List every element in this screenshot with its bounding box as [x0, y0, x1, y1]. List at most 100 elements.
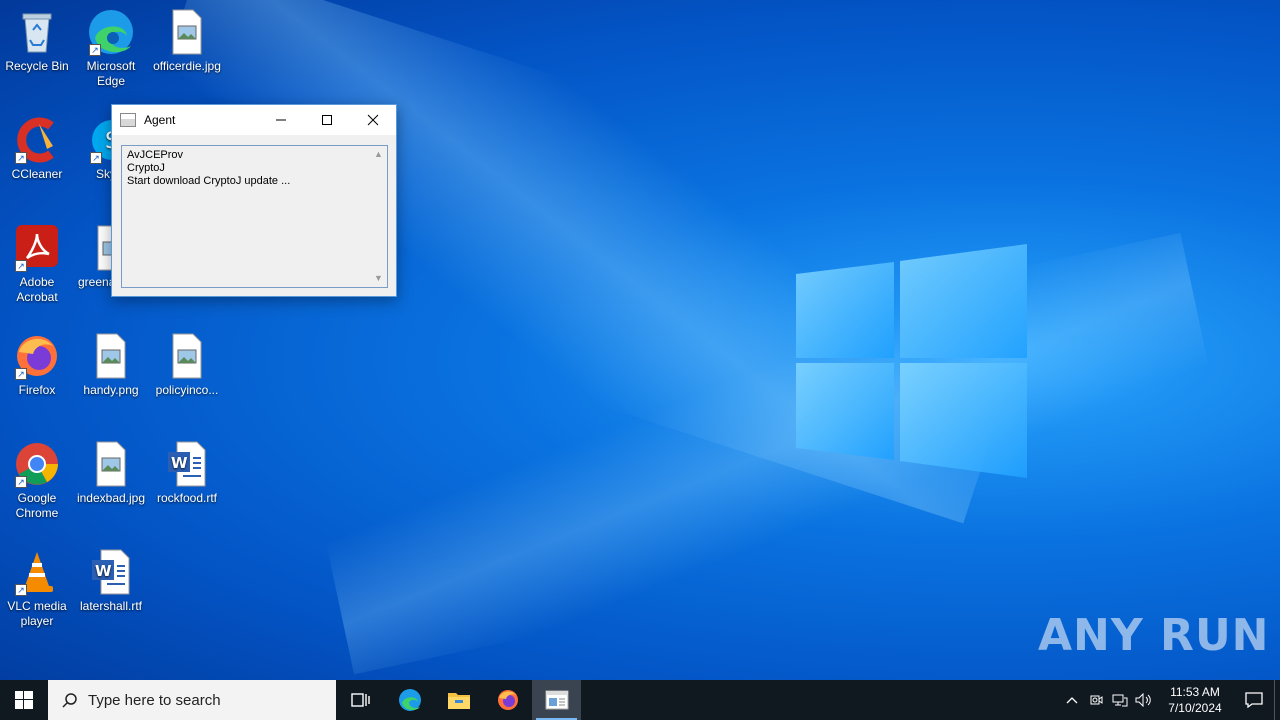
image-file-icon	[87, 440, 135, 488]
taskbar-firefox[interactable]	[483, 680, 532, 720]
desktop-icon-label: VLC media player	[7, 599, 67, 628]
log-line: Start download CryptoJ update ...	[127, 175, 291, 187]
taskbar-edge[interactable]	[385, 680, 434, 720]
clock-time: 11:53 AM	[1170, 685, 1220, 699]
desktop-icon-firefox[interactable]: ↗ Firefox	[0, 332, 74, 398]
wallpaper-beam	[300, 232, 1235, 675]
desktop-icon-skype[interactable]: S ↗ Sky	[74, 116, 114, 182]
desktop-icon-label: Recycle Bin	[5, 59, 69, 73]
desktop-icon-ccleaner[interactable]: ↗ CCleaner	[0, 116, 74, 182]
volume-icon[interactable]	[1132, 680, 1156, 720]
desktop-icon-rockfood-rtf[interactable]: W rockfood.rtf	[150, 440, 224, 506]
desktop-icon-indexbad-jpg[interactable]: indexbad.jpg	[74, 440, 148, 506]
desktop-icon-label: latershall.rtf	[79, 599, 143, 613]
desktop-icon-adobe-acrobat[interactable]: ↗ Adobe Acrobat	[0, 224, 74, 305]
task-view-icon	[350, 693, 370, 707]
recycle-bin-icon	[13, 8, 61, 56]
action-center-button[interactable]	[1234, 680, 1274, 720]
start-button[interactable]	[0, 680, 48, 720]
search-icon	[62, 693, 77, 708]
desktop-icon-label: officerdie.jpg	[153, 59, 221, 73]
minimize-button[interactable]	[258, 105, 304, 135]
agent-window[interactable]: Agent AvJCEProv CryptoJ Start download C…	[111, 104, 397, 297]
minimize-icon	[276, 119, 286, 121]
edge-icon: ↗	[87, 8, 135, 56]
desktop-icon-label: Google Chrome	[15, 491, 59, 520]
desktop-icon-policyinco[interactable]: policyinco...	[150, 332, 224, 398]
image-file-icon	[163, 8, 211, 56]
shortcut-arrow-icon: ↗	[15, 260, 27, 272]
log-line: AvJCEProv	[127, 149, 184, 161]
word-document-icon: W	[87, 548, 135, 596]
folder-icon	[447, 693, 470, 709]
desktop-icon-label: indexbad.jpg	[76, 491, 146, 505]
windows-start-icon	[15, 691, 33, 709]
taskbar: Type here to search 11:53 AM 7/10/2024	[0, 680, 1280, 720]
scroll-up-icon[interactable]: ▲	[370, 146, 387, 163]
system-tray: 11:53 AM 7/10/2024	[1060, 680, 1280, 720]
meet-now-icon[interactable]	[1084, 680, 1108, 720]
windows-logo-wallpaper	[796, 244, 1027, 478]
taskbar-file-explorer[interactable]	[434, 680, 483, 720]
close-button[interactable]	[350, 105, 396, 135]
desktop-icon-recycle-bin[interactable]: Recycle Bin	[0, 8, 74, 74]
firefox-icon: ↗	[13, 332, 61, 380]
word-document-icon: W	[163, 440, 211, 488]
app-window-icon	[120, 113, 136, 127]
chrome-icon: ↗	[13, 440, 61, 488]
desktop-icon-microsoft-edge[interactable]: ↗ Microsoft Edge	[74, 8, 148, 89]
edge-icon	[398, 689, 421, 711]
vertical-scrollbar[interactable]: ▲ ▼	[370, 146, 387, 287]
search-placeholder: Type here to search	[88, 691, 221, 709]
log-content: AvJCEProv CryptoJ Start download CryptoJ…	[127, 149, 290, 188]
desktop-icon-vlc-media-player[interactable]: ↗ VLC media player	[0, 548, 74, 629]
desktop-icon-google-chrome[interactable]: ↗ Google Chrome	[0, 440, 74, 521]
desktop-icon-label: Microsoft Edge	[86, 59, 136, 88]
desktop-icon-label: rockfood.rtf	[156, 491, 218, 505]
shortcut-arrow-icon: ↗	[15, 368, 27, 380]
shortcut-arrow-icon: ↗	[15, 476, 27, 488]
clock-date: 7/10/2024	[1168, 701, 1222, 715]
shortcut-arrow-icon: ↗	[15, 152, 27, 164]
desktop-icon-handy-png[interactable]: handy.png	[74, 332, 148, 398]
show-hidden-icons-chevron-icon[interactable]	[1060, 680, 1084, 720]
task-view-button[interactable]	[336, 680, 385, 720]
network-icon[interactable]	[1108, 680, 1132, 720]
image-file-icon	[87, 332, 135, 380]
desktop-icon-label: policyinco...	[155, 383, 219, 397]
desktop-icon-label: Adobe Acrobat	[16, 275, 58, 304]
scroll-down-icon[interactable]: ▼	[370, 270, 387, 287]
notification-icon	[1245, 692, 1263, 708]
anyrun-watermark: ANY RUN	[1038, 610, 1270, 661]
window-title: Agent	[144, 113, 176, 127]
log-textarea[interactable]: AvJCEProv CryptoJ Start download CryptoJ…	[121, 145, 388, 288]
desktop-icon-latershall-rtf[interactable]: W latershall.rtf	[74, 548, 148, 614]
window-body: AvJCEProv CryptoJ Start download CryptoJ…	[112, 135, 396, 296]
ccleaner-icon: ↗	[13, 116, 61, 164]
maximize-icon	[322, 115, 332, 125]
desktop-icon-label: Sky	[96, 167, 114, 181]
show-desktop-button[interactable]	[1274, 680, 1280, 720]
app-window-icon	[545, 690, 568, 710]
desktop-icon-greena[interactable]: greena	[74, 224, 114, 290]
acrobat-icon: ↗	[13, 224, 61, 272]
desktop-icon-label: CCleaner	[11, 167, 63, 181]
svg-text:W: W	[95, 562, 112, 580]
log-line: CryptoJ	[127, 162, 165, 174]
desktop-icon-officerdie-jpg[interactable]: officerdie.jpg	[150, 8, 224, 74]
desktop-icon-label: handy.png	[83, 383, 139, 397]
close-icon	[367, 114, 379, 126]
window-titlebar[interactable]: Agent	[112, 105, 396, 135]
maximize-button[interactable]	[304, 105, 350, 135]
taskbar-search-box[interactable]: Type here to search	[48, 680, 336, 720]
shortcut-arrow-icon: ↗	[90, 152, 102, 164]
desktop-icon-label: Firefox	[18, 383, 56, 397]
taskbar-clock[interactable]: 11:53 AM 7/10/2024	[1156, 684, 1234, 716]
shortcut-arrow-icon: ↗	[15, 584, 27, 596]
svg-text:W: W	[171, 454, 188, 472]
image-file-icon	[163, 332, 211, 380]
vlc-icon: ↗	[13, 548, 61, 596]
desktop-icon-label: greena	[78, 275, 114, 289]
shortcut-arrow-icon: ↗	[89, 44, 101, 56]
taskbar-agent-app[interactable]	[532, 680, 581, 720]
